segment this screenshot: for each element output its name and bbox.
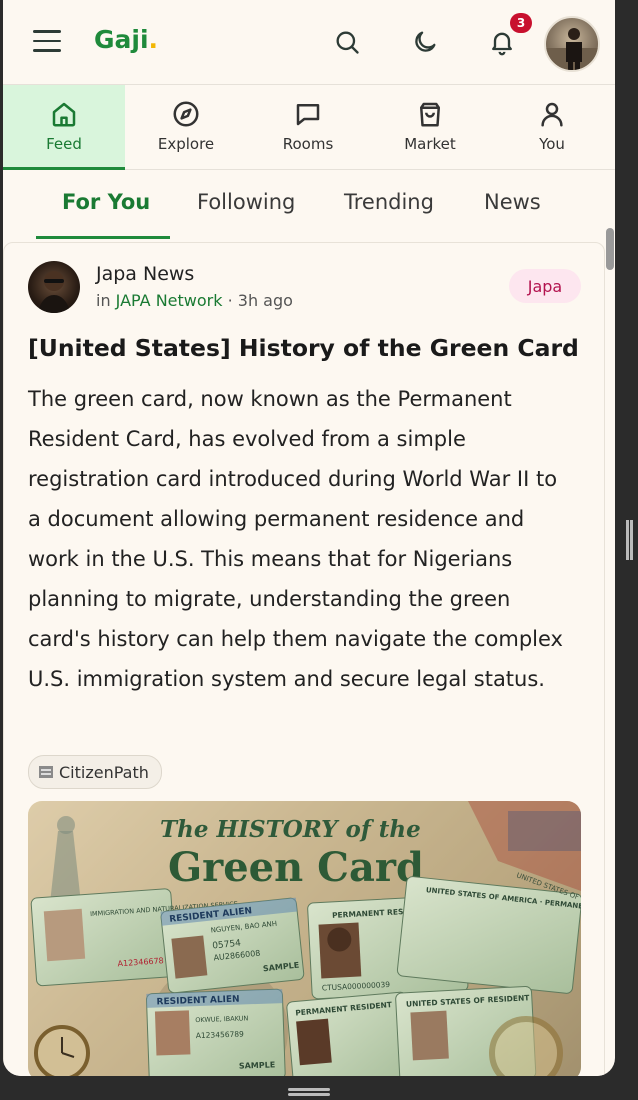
- app-logo[interactable]: Gaji.: [94, 25, 158, 54]
- tab-following[interactable]: Following: [197, 190, 295, 214]
- nav-you[interactable]: You: [491, 85, 613, 169]
- chat-bubble-icon: [296, 104, 320, 126]
- window-drag-handle[interactable]: [288, 1088, 330, 1091]
- scrollbar-thumb[interactable]: [606, 228, 614, 270]
- image-headline-small: The HISTORY of the: [160, 816, 421, 843]
- post-title[interactable]: [United States] History of the Green Car…: [28, 334, 598, 362]
- source-chip[interactable]: CitizenPath: [28, 755, 162, 789]
- nav-market[interactable]: Market: [369, 85, 491, 169]
- nav-rooms-label: Rooms: [282, 135, 334, 153]
- post-image[interactable]: The HISTORY of the Green Card IMMIGRATIO…: [28, 801, 581, 1076]
- user-icon: [541, 102, 563, 127]
- feed-tabs: For You Following Trending News: [3, 170, 615, 240]
- active-tab-indicator: [36, 236, 170, 239]
- notification-badge: 3: [510, 13, 532, 33]
- post-card[interactable]: Japa News in JAPA Network · 3h ago Japa …: [3, 242, 605, 1076]
- search-icon[interactable]: [333, 28, 361, 56]
- card5-sample: SAMPLE: [239, 1060, 276, 1070]
- post-body: The green card, now known as the Permane…: [28, 387, 563, 691]
- bell-icon[interactable]: [488, 28, 516, 56]
- compass-icon: [173, 101, 199, 127]
- app-screen: Gaji. 3 Feed Explore Rooms Market You Fo…: [3, 0, 615, 1076]
- author-name[interactable]: Japa News: [96, 263, 194, 285]
- network-link[interactable]: JAPA Network: [116, 291, 223, 310]
- newspaper-icon: [39, 766, 53, 778]
- nav-rooms[interactable]: Rooms: [247, 85, 369, 169]
- green-card-illustration: The HISTORY of the Green Card IMMIGRATIO…: [28, 801, 581, 1076]
- author-avatar[interactable]: [28, 261, 80, 313]
- nav-feed[interactable]: Feed: [3, 85, 125, 170]
- source-label: CitizenPath: [59, 762, 149, 782]
- profile-avatar[interactable]: [544, 16, 600, 72]
- nav-market-label: Market: [404, 135, 456, 153]
- tab-for-you[interactable]: For You: [62, 190, 150, 214]
- nav-explore-label: Explore: [157, 135, 215, 153]
- resize-handle[interactable]: [626, 520, 629, 560]
- nav-explore[interactable]: Explore: [125, 85, 247, 169]
- post-meta: in JAPA Network · 3h ago: [96, 291, 293, 310]
- main-nav: Feed Explore Rooms Market You: [3, 85, 615, 170]
- menu-icon[interactable]: [33, 30, 61, 52]
- image-headline-large: Green Card: [168, 844, 424, 891]
- tag-pill[interactable]: Japa: [509, 269, 581, 303]
- tab-news[interactable]: News: [484, 190, 541, 214]
- shopping-bag-icon: [420, 102, 440, 127]
- home-icon: [52, 102, 76, 127]
- moon-icon[interactable]: [411, 28, 439, 56]
- nav-you-label: You: [539, 135, 565, 153]
- top-bar: Gaji. 3: [3, 0, 615, 85]
- nav-feed-label: Feed: [46, 135, 82, 153]
- tab-trending[interactable]: Trending: [344, 190, 434, 214]
- card5-number: A123456789: [196, 1029, 245, 1040]
